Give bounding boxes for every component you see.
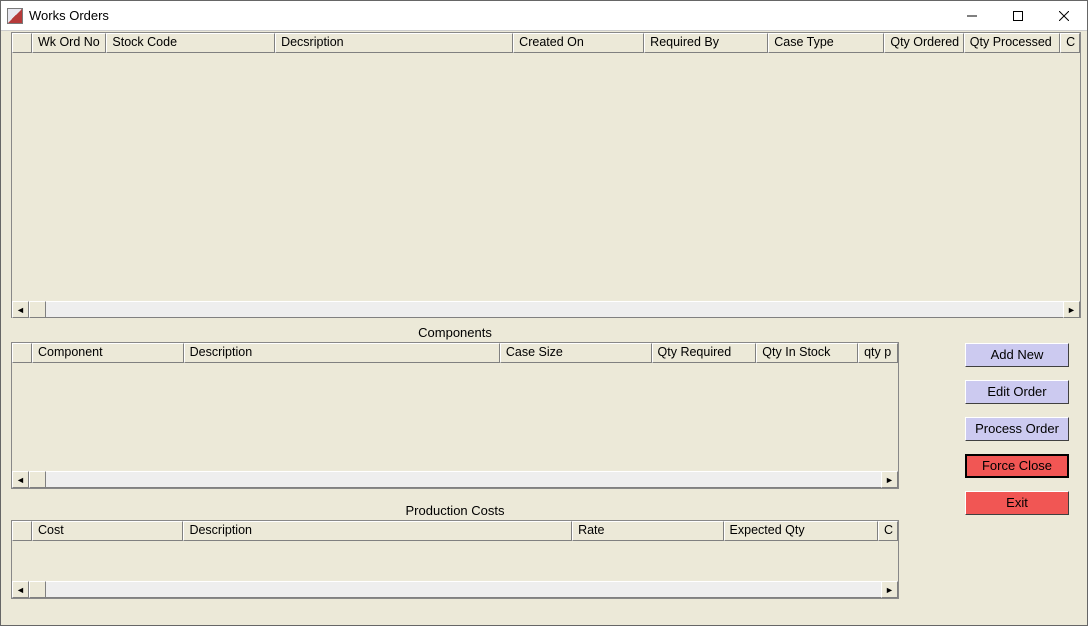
scroll-track[interactable] [46,581,881,598]
column-header-selector[interactable] [12,343,32,363]
column-header-case-size[interactable]: Case Size [500,343,652,363]
scroll-right-icon[interactable]: ► [881,471,898,488]
minimize-button[interactable] [949,1,995,30]
scroll-thumb[interactable] [29,581,46,598]
column-header-stock-code[interactable]: Stock Code [106,33,275,53]
column-header-cost-description[interactable]: Description [183,521,572,541]
column-header-created-on[interactable]: Created On [513,33,644,53]
costs-grid-body[interactable] [12,541,898,581]
column-header-comp-description[interactable]: Description [184,343,500,363]
column-header-cost[interactable]: Cost [32,521,183,541]
orders-grid-header: Wk Ord No Stock Code Decsription Created… [12,33,1080,53]
components-section: Components Component Description Case Si… [11,323,899,489]
process-order-button[interactable]: Process Order [965,417,1069,441]
window-title: Works Orders [29,8,949,23]
scroll-thumb[interactable] [29,471,46,488]
costs-grid-hscroll[interactable]: ◄ ► [12,581,898,598]
scroll-thumb[interactable] [29,301,46,318]
column-header-cost-extra[interactable]: C [878,521,898,541]
add-new-button[interactable]: Add New [965,343,1069,367]
close-button[interactable] [1041,1,1087,30]
scroll-left-icon[interactable]: ◄ [12,301,29,318]
scroll-right-icon[interactable]: ► [1063,301,1080,318]
maximize-button[interactable] [995,1,1041,30]
orders-grid: Wk Ord No Stock Code Decsription Created… [11,32,1081,318]
column-header-qty-ordered[interactable]: Qty Ordered [884,33,963,53]
column-header-qty-in-stock[interactable]: Qty In Stock [756,343,858,363]
edit-order-button[interactable]: Edit Order [965,380,1069,404]
components-grid-header: Component Description Case Size Qty Requ… [12,343,898,363]
orders-grid-hscroll[interactable]: ◄ ► [12,301,1080,318]
costs-grid-header: Cost Description Rate Expected Qty C [12,521,898,541]
scroll-track[interactable] [46,471,881,488]
production-costs-section: Production Costs Cost Description Rate E… [11,501,899,599]
column-header-expected-qty[interactable]: Expected Qty [724,521,878,541]
exit-button[interactable]: Exit [965,491,1069,515]
column-header-rate[interactable]: Rate [572,521,723,541]
production-costs-label: Production Costs [11,501,899,520]
components-label: Components [11,323,899,342]
column-header-qty-extra[interactable]: qty p [858,343,898,363]
scroll-track[interactable] [46,301,1063,318]
orders-grid-body[interactable] [12,53,1080,301]
column-header-wk-ord-no[interactable]: Wk Ord No [32,33,106,53]
column-header-description[interactable]: Decsription [275,33,513,53]
column-header-extra[interactable]: C [1060,33,1080,53]
column-header-qty-required[interactable]: Qty Required [652,343,757,363]
action-buttons: Add New Edit Order Process Order Force C… [965,343,1069,515]
scroll-left-icon[interactable]: ◄ [12,471,29,488]
window-controls [949,1,1087,30]
force-close-button[interactable]: Force Close [965,454,1069,478]
column-header-selector[interactable] [12,33,32,53]
scroll-left-icon[interactable]: ◄ [12,581,29,598]
app-icon [7,8,23,24]
column-header-selector[interactable] [12,521,32,541]
scroll-right-icon[interactable]: ► [881,581,898,598]
components-grid-body[interactable] [12,363,898,471]
column-header-required-by[interactable]: Required By [644,33,768,53]
column-header-qty-processed[interactable]: Qty Processed [964,33,1060,53]
client-area: Wk Ord No Stock Code Decsription Created… [1,31,1087,625]
components-grid-hscroll[interactable]: ◄ ► [12,471,898,488]
column-header-case-type[interactable]: Case Type [768,33,884,53]
column-header-component[interactable]: Component [32,343,184,363]
title-bar: Works Orders [1,1,1087,31]
